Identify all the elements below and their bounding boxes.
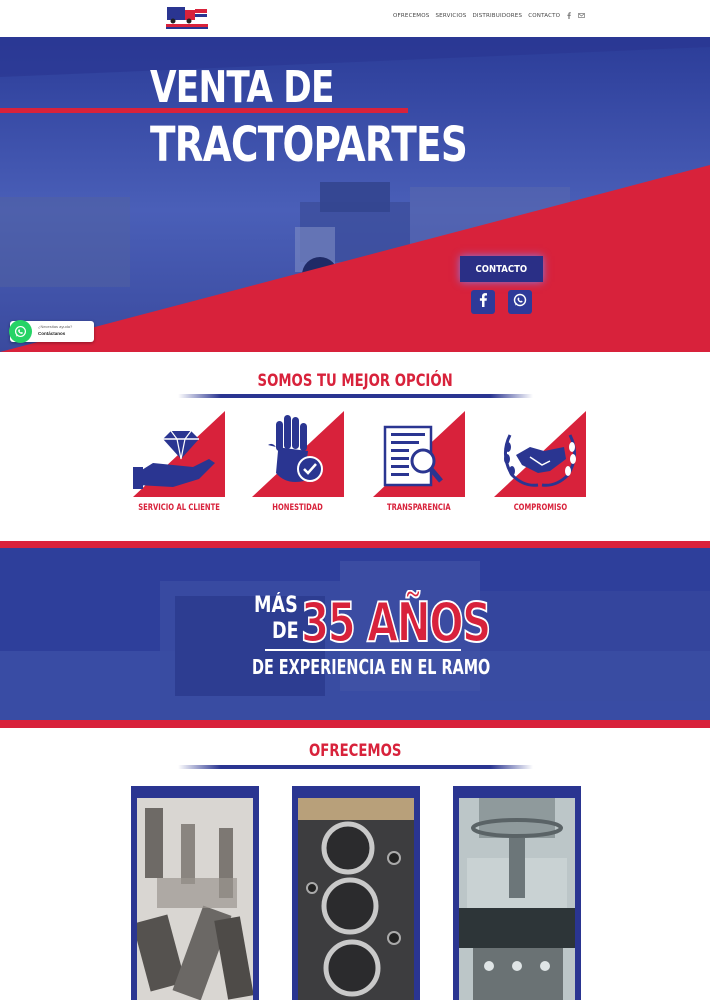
hero-facebook-button[interactable]: [471, 290, 495, 314]
whatsapp-icon: [9, 320, 32, 343]
hero-title-line1: VENTA DE: [150, 62, 334, 113]
hero-background: [0, 37, 710, 352]
nav-contacto[interactable]: CONTACTO: [528, 13, 560, 19]
value-label: TRANSPARENCIA: [387, 503, 451, 513]
offer-card-engine-blocks[interactable]: [292, 786, 420, 1000]
diamond-hand-icon: [133, 411, 225, 497]
offer-card-injectors[interactable]: [131, 786, 259, 1000]
hero-divider: [0, 108, 408, 113]
mail-icon[interactable]: [578, 12, 586, 19]
machining-equipment-photo: [459, 798, 575, 1000]
experience-banner: MÁS DE 35 AÑOS DE EXPERIENCIA EN EL RAMO: [0, 541, 710, 728]
truck-logo[interactable]: [163, 4, 211, 31]
facebook-icon[interactable]: [566, 12, 572, 19]
banner-years: 35 AÑOS: [300, 590, 492, 655]
value-label: COMPROMISO: [513, 503, 567, 513]
injector-parts-photo: [137, 798, 253, 1000]
value-label: SERVICIO AL CLIENTE: [138, 503, 220, 513]
widget-question: ¿Necesitas ayuda?: [38, 324, 73, 329]
offer-card-machining[interactable]: [453, 786, 581, 1000]
offers-section-title: OFRECEMOS: [308, 741, 402, 761]
whatsapp-chat-widget[interactable]: ¿Necesitas ayuda? Contáctanos: [9, 320, 94, 343]
banner-divider: [265, 649, 461, 651]
hero-section: VENTA DE TRACTOPARTES CONTACTO ¿Necesita…: [0, 37, 710, 352]
value-servicio-al-cliente: SERVICIO AL CLIENTE: [133, 411, 225, 521]
values-title-underline: [178, 394, 533, 398]
value-compromiso: COMPROMISO: [494, 411, 586, 521]
value-honestidad: HONESTIDAD: [252, 411, 344, 521]
main-nav: OFRECEMOS SERVICIOS DISTRIBUIDORES CONTA…: [393, 12, 586, 19]
banner-experience: DE EXPERIENCIA EN EL RAMO: [252, 655, 491, 679]
banner-top-stripe: [0, 541, 710, 548]
nav-ofrecemos[interactable]: OFRECEMOS: [393, 13, 429, 19]
nav-distribuidores[interactable]: DISTRIBUIDORES: [472, 13, 522, 19]
value-transparencia: TRANSPARENCIA: [373, 411, 465, 521]
engine-block-photo: [298, 798, 414, 1000]
offers-title-underline: [178, 765, 533, 769]
site-header: OFRECEMOS SERVICIOS DISTRIBUIDORES CONTA…: [0, 0, 710, 36]
hero-title-line2: TRACTOPARTES: [150, 117, 468, 173]
whatsapp-icon: [513, 293, 527, 312]
nav-servicios[interactable]: SERVICIOS: [435, 13, 466, 19]
hero-whatsapp-button[interactable]: [508, 290, 532, 314]
handshake-laurel-icon: [494, 411, 586, 497]
banner-de: DE: [272, 619, 299, 644]
banner-mas: MÁS: [254, 593, 298, 618]
contact-button[interactable]: CONTACTO: [460, 256, 543, 282]
document-magnifier-icon: [373, 411, 465, 497]
facebook-icon: [478, 292, 488, 312]
value-label: HONESTIDAD: [272, 503, 324, 513]
widget-action: Contáctanos: [38, 331, 66, 336]
raised-hand-check-icon: [252, 411, 344, 497]
banner-bottom-stripe: [0, 720, 710, 728]
contact-button-label: CONTACTO: [475, 263, 528, 275]
values-section-title: SOMOS TU MEJOR OPCIÓN: [257, 371, 453, 391]
